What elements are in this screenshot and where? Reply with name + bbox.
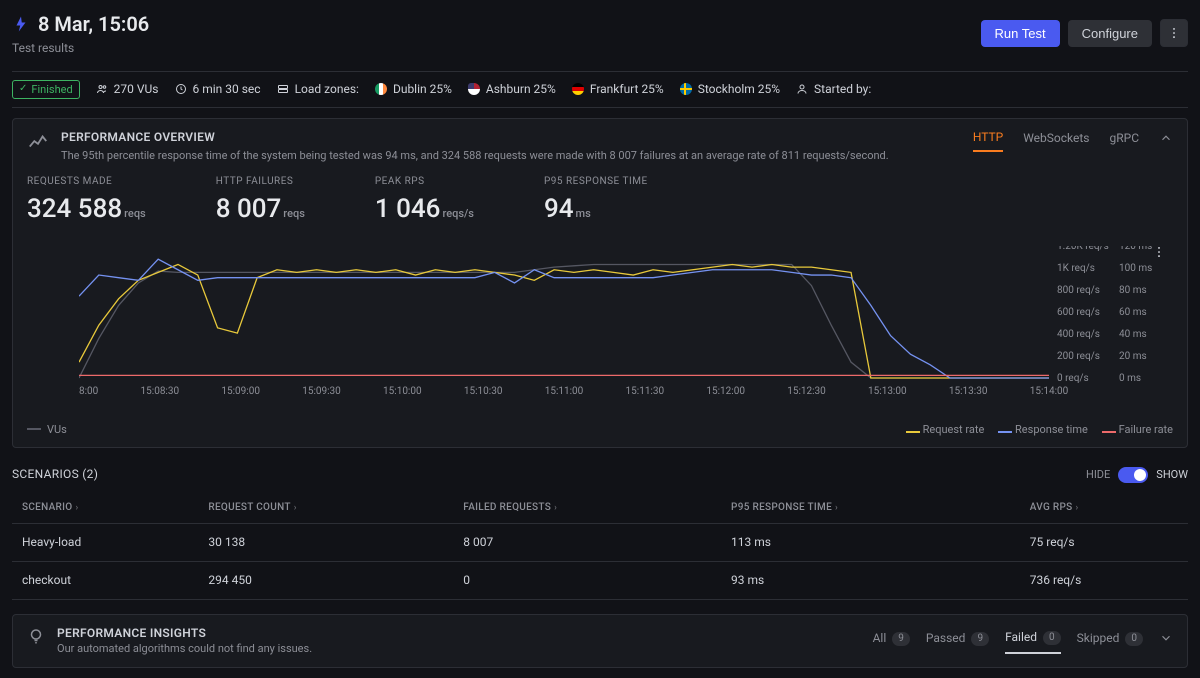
svg-text:600 req/s: 600 req/s bbox=[1057, 307, 1100, 318]
svg-text:60 ms: 60 ms bbox=[1119, 307, 1147, 318]
legend-request-rate: Request rate bbox=[906, 422, 984, 437]
page-title: 8 Mar, 15:06 bbox=[38, 10, 149, 38]
show-toggle[interactable] bbox=[1118, 467, 1148, 483]
line-chart-icon bbox=[27, 131, 49, 163]
zone-dublin: Dublin 25% bbox=[375, 81, 452, 98]
table-row[interactable]: Heavy-load 30 138 8 007 113 ms 75 req/s bbox=[12, 523, 1188, 561]
col-rps[interactable]: AVG RPS› bbox=[1020, 493, 1188, 524]
page-subtitle: Test results bbox=[12, 40, 149, 57]
clock-icon bbox=[175, 83, 187, 95]
metric-p95: P95 RESPONSE TIME 94ms bbox=[544, 175, 648, 227]
tab-websockets[interactable]: WebSockets bbox=[1023, 130, 1089, 151]
vus-value: 270 VUs bbox=[114, 81, 159, 98]
svg-text:400 req/s: 400 req/s bbox=[1057, 329, 1100, 340]
load-zones-chip: Load zones: bbox=[277, 81, 359, 98]
scenarios-heading: SCENARIOS (2) bbox=[12, 466, 98, 483]
server-icon bbox=[277, 83, 289, 95]
svg-text:80 ms: 80 ms bbox=[1119, 285, 1147, 296]
svg-text:15:13:30: 15:13:30 bbox=[949, 386, 988, 396]
collapse-panel-icon[interactable] bbox=[1159, 131, 1173, 150]
zone-ashburn: Ashburn 25% bbox=[468, 81, 556, 98]
chart-svg: 0 VUs20 VUs40 VUs60 VUs80 VUs100 VUs0 re… bbox=[79, 246, 1179, 396]
tab-grpc[interactable]: gRPC bbox=[1109, 130, 1139, 151]
filter-skipped[interactable]: Skipped0 bbox=[1077, 628, 1143, 653]
scenarios-table: SCENARIO› REQUEST COUNT› FAILED REQUESTS… bbox=[12, 493, 1188, 600]
performance-insights-panel: PERFORMANCE INSIGHTS Our automated algor… bbox=[12, 614, 1188, 668]
col-p95[interactable]: P95 RESPONSE TIME› bbox=[721, 493, 1020, 524]
legend-response-time: Response time bbox=[998, 422, 1088, 437]
svg-text:800 req/s: 800 req/s bbox=[1057, 285, 1100, 296]
col-request-count[interactable]: REQUEST COUNT› bbox=[198, 493, 453, 524]
zone-stockholm: Stockholm 25% bbox=[680, 81, 780, 98]
col-failed[interactable]: FAILED REQUESTS› bbox=[453, 493, 721, 524]
svg-text:0 ms: 0 ms bbox=[1119, 373, 1141, 384]
overview-subtitle: The 95th percentile response time of the… bbox=[61, 148, 889, 163]
started-by-label: Started by: bbox=[814, 81, 871, 98]
metric-http-failures: HTTP FAILURES 8 007reqs bbox=[216, 175, 305, 227]
run-test-button[interactable]: Run Test bbox=[981, 20, 1060, 47]
flag-us-icon bbox=[468, 83, 480, 95]
svg-text:40 ms: 40 ms bbox=[1119, 329, 1147, 340]
svg-text:15:14:00: 15:14:00 bbox=[1030, 386, 1069, 396]
metric-peak-rps: PEAK RPS 1 046reqs/s bbox=[375, 175, 474, 227]
started-by-chip: Started by: bbox=[796, 81, 871, 98]
flag-sweden-icon bbox=[680, 83, 692, 95]
svg-text:15:11:00: 15:11:00 bbox=[545, 386, 584, 396]
overview-title: PERFORMANCE OVERVIEW bbox=[61, 129, 889, 146]
filter-failed[interactable]: Failed0 bbox=[1005, 627, 1061, 654]
page-header: 8 Mar, 15:06 Test results Run Test Confi… bbox=[12, 10, 1188, 57]
collapse-insights-icon[interactable] bbox=[1159, 631, 1173, 650]
legend-vus: VUs bbox=[27, 422, 888, 437]
scenarios-visibility-toggle: HIDE SHOW bbox=[1086, 467, 1188, 483]
svg-text:15:12:00: 15:12:00 bbox=[706, 386, 745, 396]
svg-text:15:10:00: 15:10:00 bbox=[383, 386, 422, 396]
test-info-bar: Finished 270 VUs 6 min 30 sec Load zones… bbox=[12, 71, 1188, 108]
svg-text:15:12:30: 15:12:30 bbox=[787, 386, 826, 396]
svg-text:200 req/s: 200 req/s bbox=[1057, 351, 1100, 362]
users-icon bbox=[96, 83, 108, 95]
metrics-row: REQUESTS MADE 324 588reqs HTTP FAILURES … bbox=[27, 175, 1173, 227]
configure-button[interactable]: Configure bbox=[1068, 20, 1152, 47]
performance-chart: 0 VUs20 VUs40 VUs60 VUs80 VUs100 VUs0 re… bbox=[27, 238, 1173, 418]
zone-frankfurt: Frankfurt 25% bbox=[572, 81, 664, 98]
svg-text:15:09:30: 15:09:30 bbox=[302, 386, 341, 396]
duration-chip: 6 min 30 sec bbox=[175, 81, 261, 98]
svg-text:0 req/s: 0 req/s bbox=[1057, 373, 1089, 384]
tab-http[interactable]: HTTP bbox=[973, 129, 1003, 152]
protocol-tabs: HTTP WebSockets gRPC bbox=[973, 129, 1173, 152]
insights-filters: All9 Passed9 Failed0 Skipped0 bbox=[873, 627, 1173, 654]
duration-value: 6 min 30 sec bbox=[193, 81, 261, 98]
svg-text:15:13:00: 15:13:00 bbox=[868, 386, 907, 396]
filter-all[interactable]: All9 bbox=[873, 628, 910, 653]
legend-failure-rate: Failure rate bbox=[1102, 422, 1173, 437]
svg-text:1.20K req/s: 1.20K req/s bbox=[1057, 246, 1109, 252]
insights-subtitle: Our automated algorithms could not find … bbox=[57, 641, 312, 656]
flag-ireland-icon bbox=[375, 83, 387, 95]
more-menu-button[interactable] bbox=[1160, 19, 1188, 47]
chart-menu-button[interactable] bbox=[1145, 238, 1173, 266]
bulb-icon bbox=[27, 627, 45, 645]
user-icon bbox=[796, 83, 808, 95]
status-badge: Finished bbox=[12, 80, 80, 99]
table-row[interactable]: checkout 294 450 0 93 ms 736 req/s bbox=[12, 561, 1188, 599]
svg-text:15:08:30: 15:08:30 bbox=[141, 386, 180, 396]
col-scenario[interactable]: SCENARIO› bbox=[12, 493, 198, 524]
load-zones-label: Load zones: bbox=[295, 81, 359, 98]
performance-overview-panel: PERFORMANCE OVERVIEW The 95th percentile… bbox=[12, 118, 1188, 448]
svg-text:1K req/s: 1K req/s bbox=[1057, 263, 1095, 274]
svg-text:15:11:30: 15:11:30 bbox=[626, 386, 665, 396]
metric-requests-made: REQUESTS MADE 324 588reqs bbox=[27, 175, 146, 227]
flame-icon bbox=[12, 15, 30, 33]
svg-text:15:08:00: 15:08:00 bbox=[79, 386, 99, 396]
filter-passed[interactable]: Passed9 bbox=[926, 628, 989, 653]
svg-text:15:10:30: 15:10:30 bbox=[464, 386, 503, 396]
flag-germany-icon bbox=[572, 83, 584, 95]
svg-text:20 ms: 20 ms bbox=[1119, 351, 1147, 362]
svg-text:15:09:00: 15:09:00 bbox=[221, 386, 260, 396]
insights-title: PERFORMANCE INSIGHTS bbox=[57, 625, 312, 642]
vus-chip: 270 VUs bbox=[96, 81, 159, 98]
